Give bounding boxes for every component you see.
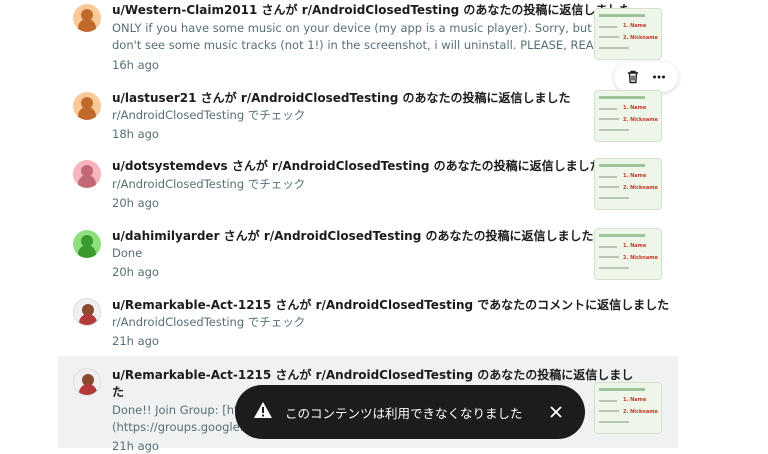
notification-item[interactable]: u/lastuser21 さんが r/AndroidClosedTesting … (58, 80, 678, 148)
notification-time: 20h ago (112, 196, 159, 210)
notification-time: 21h ago (112, 334, 159, 348)
notification-time: 18h ago (112, 127, 159, 141)
notification-title: u/lastuser21 さんが r/AndroidClosedTesting … (112, 91, 571, 105)
notification-body-2: don't see some music tracks (not 1!) in … (112, 38, 614, 52)
notification-item[interactable]: u/Remarkable-Act-1215 さんが r/AndroidClose… (58, 288, 678, 356)
avatar[interactable] (73, 368, 101, 396)
thumb-label-name: 1. Name (623, 173, 647, 179)
notification-thumbnail[interactable]: 1. Name 2. Nickname (594, 382, 662, 434)
notification-thumbnail[interactable]: 1. Name 2. Nickname (594, 228, 662, 280)
thumb-label-name: 1. Name (623, 397, 647, 403)
notification-thumbnail[interactable]: 1. Name 2. Nickname (594, 8, 662, 60)
thumb-label-nickname: 2. Nickname (623, 35, 658, 41)
notification-body: r/AndroidClosedTesting でチェック (112, 108, 306, 122)
notification-title-2: た (112, 385, 125, 399)
notification-body: Done (112, 246, 143, 260)
thumb-label-nickname: 2. Nickname (623, 117, 658, 123)
warning-icon (253, 401, 273, 423)
avatar[interactable] (73, 230, 101, 258)
notification-list: u/Western-Claim2011 さんが r/AndroidClosedT… (0, 0, 768, 453)
notification-item[interactable]: u/dahimilyarder さんが r/AndroidClosedTesti… (58, 218, 678, 288)
toast-message: このコンテンツは利用できなくなりました (285, 405, 523, 421)
notification-title: u/Remarkable-Act-1215 さんが r/AndroidClose… (112, 298, 670, 312)
notification-title: u/dahimilyarder さんが r/AndroidClosedTesti… (112, 229, 594, 243)
thumb-label-name: 1. Name (623, 105, 647, 111)
notification-title: u/dotsystemdevs さんが r/AndroidClosedTesti… (112, 159, 602, 173)
notification-thumbnail[interactable]: 1. Name 2. Nickname (594, 90, 662, 142)
avatar[interactable] (73, 92, 101, 120)
notification-time: 20h ago (112, 265, 159, 279)
notification-body: Done!! Join Group: [htt (112, 403, 244, 417)
thumb-label-nickname: 2. Nickname (623, 409, 658, 415)
avatar[interactable] (73, 298, 101, 326)
notification-title: u/Remarkable-Act-1215 さんが r/AndroidClose… (112, 368, 634, 382)
notification-title: u/Western-Claim2011 さんが r/AndroidClosedT… (112, 3, 632, 17)
thumb-label-name: 1. Name (623, 243, 647, 249)
notification-item[interactable]: u/dotsystemdevs さんが r/AndroidClosedTesti… (58, 148, 678, 218)
notification-item[interactable]: u/Western-Claim2011 さんが r/AndroidClosedT… (58, 0, 678, 80)
notification-time: 16h ago (112, 58, 159, 72)
notification-time: 21h ago (112, 439, 159, 453)
avatar[interactable] (73, 160, 101, 188)
avatar[interactable] (73, 4, 101, 32)
notification-body: r/AndroidClosedTesting でチェック (112, 177, 306, 191)
thumb-label-name: 1. Name (623, 23, 647, 29)
thumb-label-nickname: 2. Nickname (623, 255, 658, 261)
close-icon[interactable] (545, 401, 567, 423)
notification-body: r/AndroidClosedTesting でチェック (112, 315, 306, 329)
thumb-label-nickname: 2. Nickname (623, 185, 658, 191)
toast: このコンテンツは利用できなくなりました (235, 385, 585, 439)
notification-body-2: (https://groups.google.c (112, 420, 250, 434)
notification-body: ONLY if you have some music on your devi… (112, 21, 610, 35)
notification-thumbnail[interactable]: 1. Name 2. Nickname (594, 158, 662, 210)
